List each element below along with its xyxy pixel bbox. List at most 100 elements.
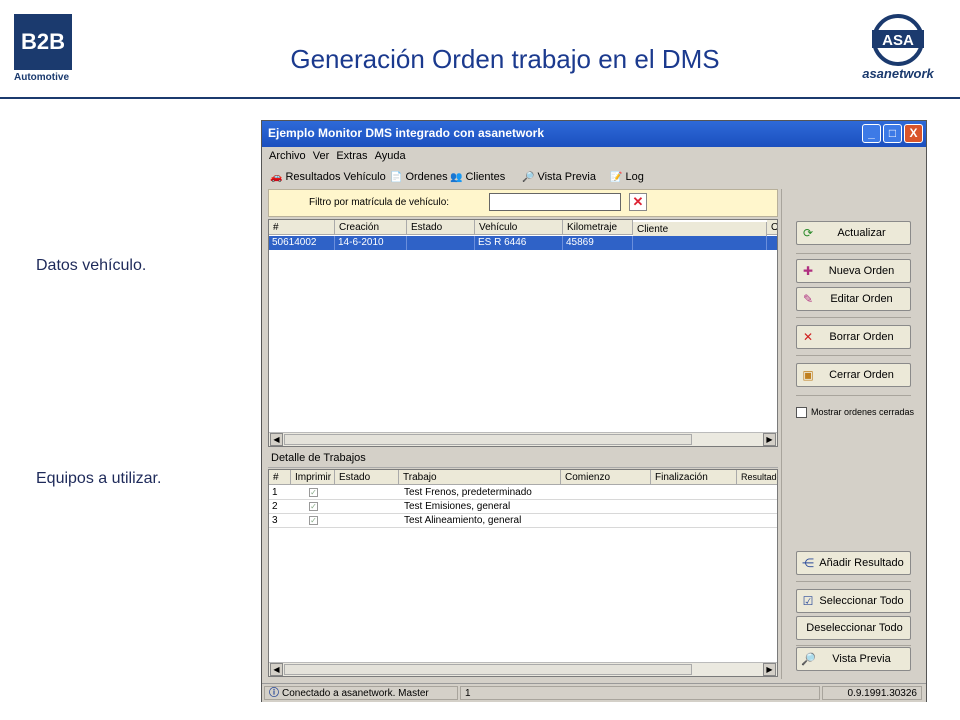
print-checkbox[interactable]: ✓ xyxy=(309,516,318,525)
cell-job: Test Alineamiento, general xyxy=(404,515,522,526)
close-order-button[interactable]: ▣ Cerrar Orden xyxy=(796,363,911,387)
detail-section-title: Detalle de Trabajos xyxy=(268,452,778,468)
menu-ver[interactable]: Ver xyxy=(311,150,332,162)
slide-title: Generación Orden trabajo en el DMS xyxy=(290,44,720,74)
b2b-logo: B2B Automotive xyxy=(14,14,72,86)
separator xyxy=(796,645,911,646)
delete-order-button[interactable]: ✕ Borrar Orden xyxy=(796,325,911,349)
cell-number: 2 xyxy=(272,501,278,512)
window-titlebar[interactable]: Ejemplo Monitor DMS integrado con asanet… xyxy=(262,121,926,147)
close-button[interactable]: X xyxy=(904,124,923,143)
dms-monitor-window: Ejemplo Monitor DMS integrado con asanet… xyxy=(261,120,927,702)
plate-filter-label: Filtro por matrícula de vehículo: xyxy=(309,197,450,208)
status-bar: ⓘ Conectado a asanetwork. Master 1 0.9.19… xyxy=(262,683,926,702)
tab-ordenes[interactable]: 📄 Ordenes xyxy=(390,168,448,186)
plate-filter-bar: Filtro por matrícula de vehículo: ✕ xyxy=(268,189,778,217)
status-count: 1 xyxy=(460,686,820,700)
col-header-estado[interactable]: Estado xyxy=(407,220,475,235)
col-header-o[interactable]: O xyxy=(767,220,777,235)
cell-vehicle: ES R 6446 xyxy=(475,236,563,250)
label-equipment: Equipos a utilizar. xyxy=(36,470,162,487)
show-closed-orders-checkbox[interactable]: Mostrar ordenes cerradas xyxy=(796,407,914,419)
plate-filter-input[interactable] xyxy=(489,193,621,211)
window-title: Ejemplo Monitor DMS integrado con asanet… xyxy=(268,126,545,140)
separator xyxy=(796,317,911,318)
menu-ayuda[interactable]: Ayuda xyxy=(373,150,408,162)
col-header-imprimir[interactable]: Imprimir xyxy=(291,470,335,485)
separator xyxy=(796,581,911,582)
cell-id: 50614002 xyxy=(269,236,335,250)
select-all-button[interactable]: ☑ Seleccionar Todo xyxy=(796,589,911,613)
col-header-trabajo[interactable]: Trabajo xyxy=(399,470,561,485)
cell-job: Test Frenos, predeterminado xyxy=(404,487,532,498)
cell-number: 3 xyxy=(272,515,278,526)
col-header-comienzo[interactable]: Comienzo xyxy=(561,470,651,485)
tab-resultados-vehiculo[interactable]: 🚗 Resultados Vehículo xyxy=(270,168,386,186)
connection-status: ⓘ Conectado a asanetwork. Master xyxy=(264,686,458,700)
preview-button[interactable]: 🔎 Vista Previa xyxy=(796,647,911,671)
col-header-resultado[interactable]: Resultado xyxy=(737,470,777,485)
asa-logo-mark: ASA xyxy=(882,32,914,49)
table-row[interactable]: 3 ✓ Test Alineamiento, general xyxy=(269,514,777,528)
new-order-button[interactable]: ✚ Nueva Orden xyxy=(796,259,911,283)
b2b-logo-mark: B2B xyxy=(14,14,72,70)
cell-number: 1 xyxy=(272,487,278,498)
cell-job: Test Emisiones, general xyxy=(404,501,511,512)
deselect-all-button[interactable]: Deseleccionar Todo xyxy=(796,616,911,640)
tab-log[interactable]: 📝 Log xyxy=(610,168,644,186)
tab-vista-previa[interactable]: 🔎 Vista Previa xyxy=(522,168,596,186)
scroll-thumb[interactable] xyxy=(284,434,692,445)
car-icon: 🚗 xyxy=(270,172,283,183)
table-row[interactable]: 1 ✓ Test Frenos, predeterminado xyxy=(269,486,777,500)
asanetwork-logo-text: asanetwork xyxy=(862,66,934,81)
col-header-cliente[interactable]: Cliente xyxy=(633,222,767,237)
separator xyxy=(796,355,911,356)
separator xyxy=(796,395,911,396)
scroll-left-icon[interactable]: ◀ xyxy=(270,433,283,446)
log-icon: 📝 xyxy=(610,172,623,183)
checkbox-icon xyxy=(796,407,807,419)
menu-archivo[interactable]: Archivo xyxy=(267,150,308,162)
scroll-right-icon[interactable]: ▶ xyxy=(763,663,776,676)
header-divider xyxy=(0,97,960,99)
preview-icon: 🔎 xyxy=(522,172,535,183)
col-header-kilometraje[interactable]: Kilometraje xyxy=(563,220,633,235)
scroll-right-icon[interactable]: ▶ xyxy=(763,433,776,446)
scroll-left-icon[interactable]: ◀ xyxy=(270,663,283,676)
col-header-number[interactable]: # xyxy=(269,220,335,235)
tab-clientes[interactable]: 👥 Clientes xyxy=(450,168,505,186)
people-icon: 👥 xyxy=(450,172,463,183)
vehicle-results-table: # Creación Estado Vehículo Kilometraje C… xyxy=(268,219,778,447)
menu-extras[interactable]: Extras xyxy=(334,150,369,162)
add-result-button[interactable]: ⋲ Añadir Resultado xyxy=(796,551,911,575)
maximize-button[interactable]: □ xyxy=(883,124,902,143)
job-detail-table: # Imprimir Estado Trabajo Comienzo Final… xyxy=(268,469,778,677)
minimize-button[interactable]: _ xyxy=(862,124,881,143)
table-row[interactable]: 2 ✓ Test Emisiones, general xyxy=(269,500,777,514)
document-icon: 📄 xyxy=(390,172,403,183)
col-header-estado[interactable]: Estado xyxy=(335,470,399,485)
refresh-button[interactable]: ⟳ Actualizar xyxy=(796,221,911,245)
col-header-finalizacion[interactable]: Finalización xyxy=(651,470,737,485)
vehicle-table-scrollbar[interactable]: ◀ ▶ xyxy=(269,432,777,446)
version-label: 0.9.1991.30326 xyxy=(822,686,922,700)
detail-table-scrollbar[interactable]: ◀ ▶ xyxy=(269,662,777,676)
print-checkbox[interactable]: ✓ xyxy=(309,502,318,511)
col-header-vehiculo[interactable]: Vehículo xyxy=(475,220,563,235)
cell-created: 14-6-2010 xyxy=(335,236,407,250)
menu-bar: Archivo Ver Extras Ayuda xyxy=(262,150,408,166)
edit-order-button[interactable]: ✎ Editar Orden xyxy=(796,287,911,311)
cell-client xyxy=(633,236,767,250)
info-icon: ⓘ xyxy=(269,688,279,699)
col-header-number[interactable]: # xyxy=(269,470,291,485)
separator xyxy=(796,253,911,254)
print-checkbox[interactable]: ✓ xyxy=(309,488,318,497)
clear-filter-icon[interactable]: ✕ xyxy=(629,193,647,211)
b2b-logo-subtitle: Automotive xyxy=(14,72,69,83)
asanetwork-logo: ASA asanetwork xyxy=(848,14,948,84)
cell-status xyxy=(407,236,475,250)
col-header-creacion[interactable]: Creación xyxy=(335,220,407,235)
scroll-thumb[interactable] xyxy=(284,664,692,675)
label-vehicle-data: Datos vehículo. xyxy=(36,257,147,274)
table-row[interactable]: 50614002 14-6-2010 ES R 6446 45869 xyxy=(269,236,777,250)
